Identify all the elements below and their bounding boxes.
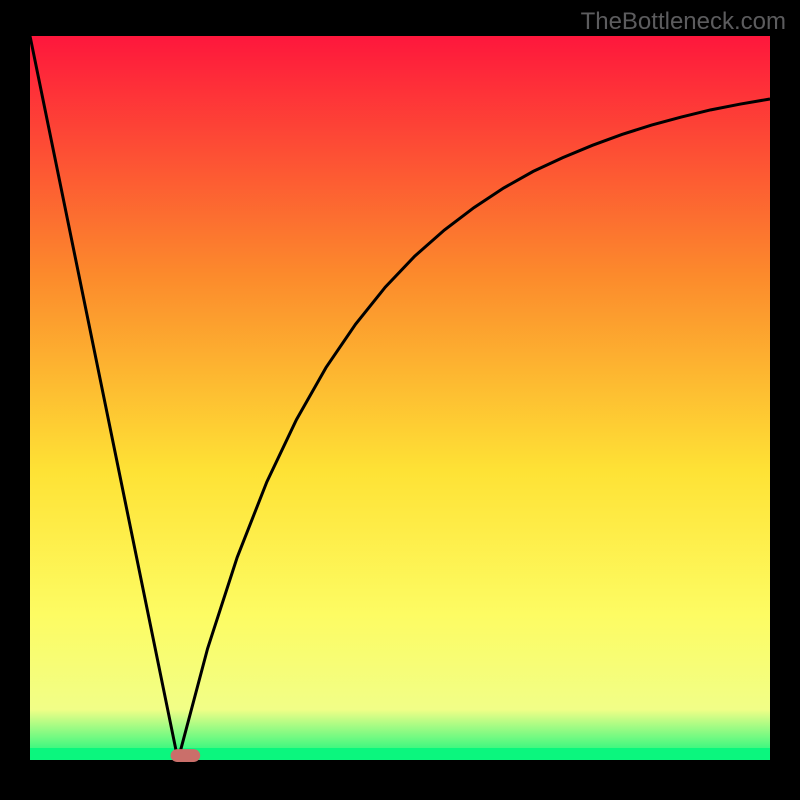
green-bottom-strip [30, 748, 770, 760]
chart-container: TheBottleneck.com [0, 0, 800, 800]
bottleneck-chart [0, 0, 800, 800]
watermark-text: TheBottleneck.com [581, 8, 786, 36]
min-point-marker [171, 749, 201, 762]
plot-area [30, 36, 770, 760]
